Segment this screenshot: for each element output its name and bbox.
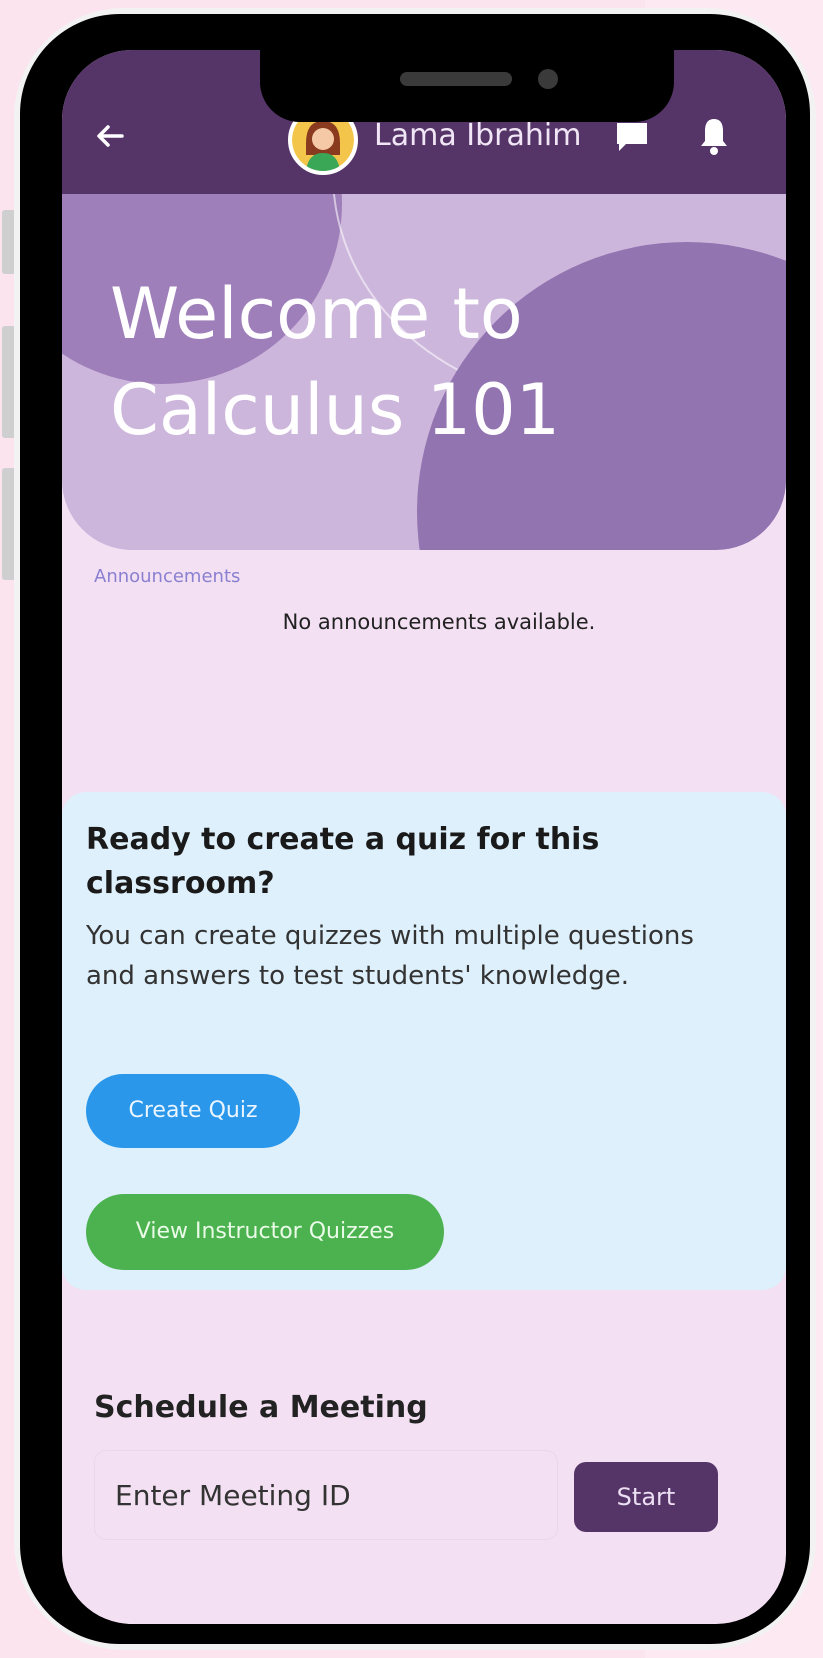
quiz-card-title: Ready to create a quiz for this classroo… — [86, 822, 600, 901]
user-name: Lama Ibrahim — [374, 118, 582, 153]
course-hero-banner: Welcome to Calculus 101 — [62, 194, 786, 550]
speaker-grille — [400, 72, 512, 86]
notification-bell-icon[interactable] — [698, 116, 730, 156]
page-title-line2: Calculus 101 — [110, 369, 561, 451]
create-quiz-button[interactable]: Create Quiz — [86, 1074, 300, 1148]
start-meeting-button[interactable]: Start — [574, 1462, 718, 1532]
back-arrow-icon[interactable] — [92, 118, 128, 154]
view-instructor-quizzes-button[interactable]: View Instructor Quizzes — [86, 1194, 444, 1270]
phone-notch — [260, 50, 674, 122]
front-camera-icon — [538, 69, 558, 89]
quiz-card: Ready to create a quiz for this classroo… — [62, 792, 786, 1290]
announcements-label: Announcements — [94, 566, 241, 587]
chat-icon[interactable] — [614, 120, 650, 154]
meeting-id-input[interactable] — [94, 1450, 558, 1540]
announcements-empty-message: No announcements available. — [282, 610, 596, 634]
quiz-card-description: You can create quizzes with multiple que… — [86, 921, 694, 991]
page-title-line1: Welcome to — [110, 273, 523, 355]
phone-frame: Lama Ibrahim Welcome to Calculus 101 Ann… — [20, 14, 810, 1644]
page-title: Welcome to Calculus 101 — [110, 266, 730, 458]
schedule-meeting-title: Schedule a Meeting — [94, 1390, 428, 1425]
app-screen: Lama Ibrahim Welcome to Calculus 101 Ann… — [62, 50, 786, 1624]
